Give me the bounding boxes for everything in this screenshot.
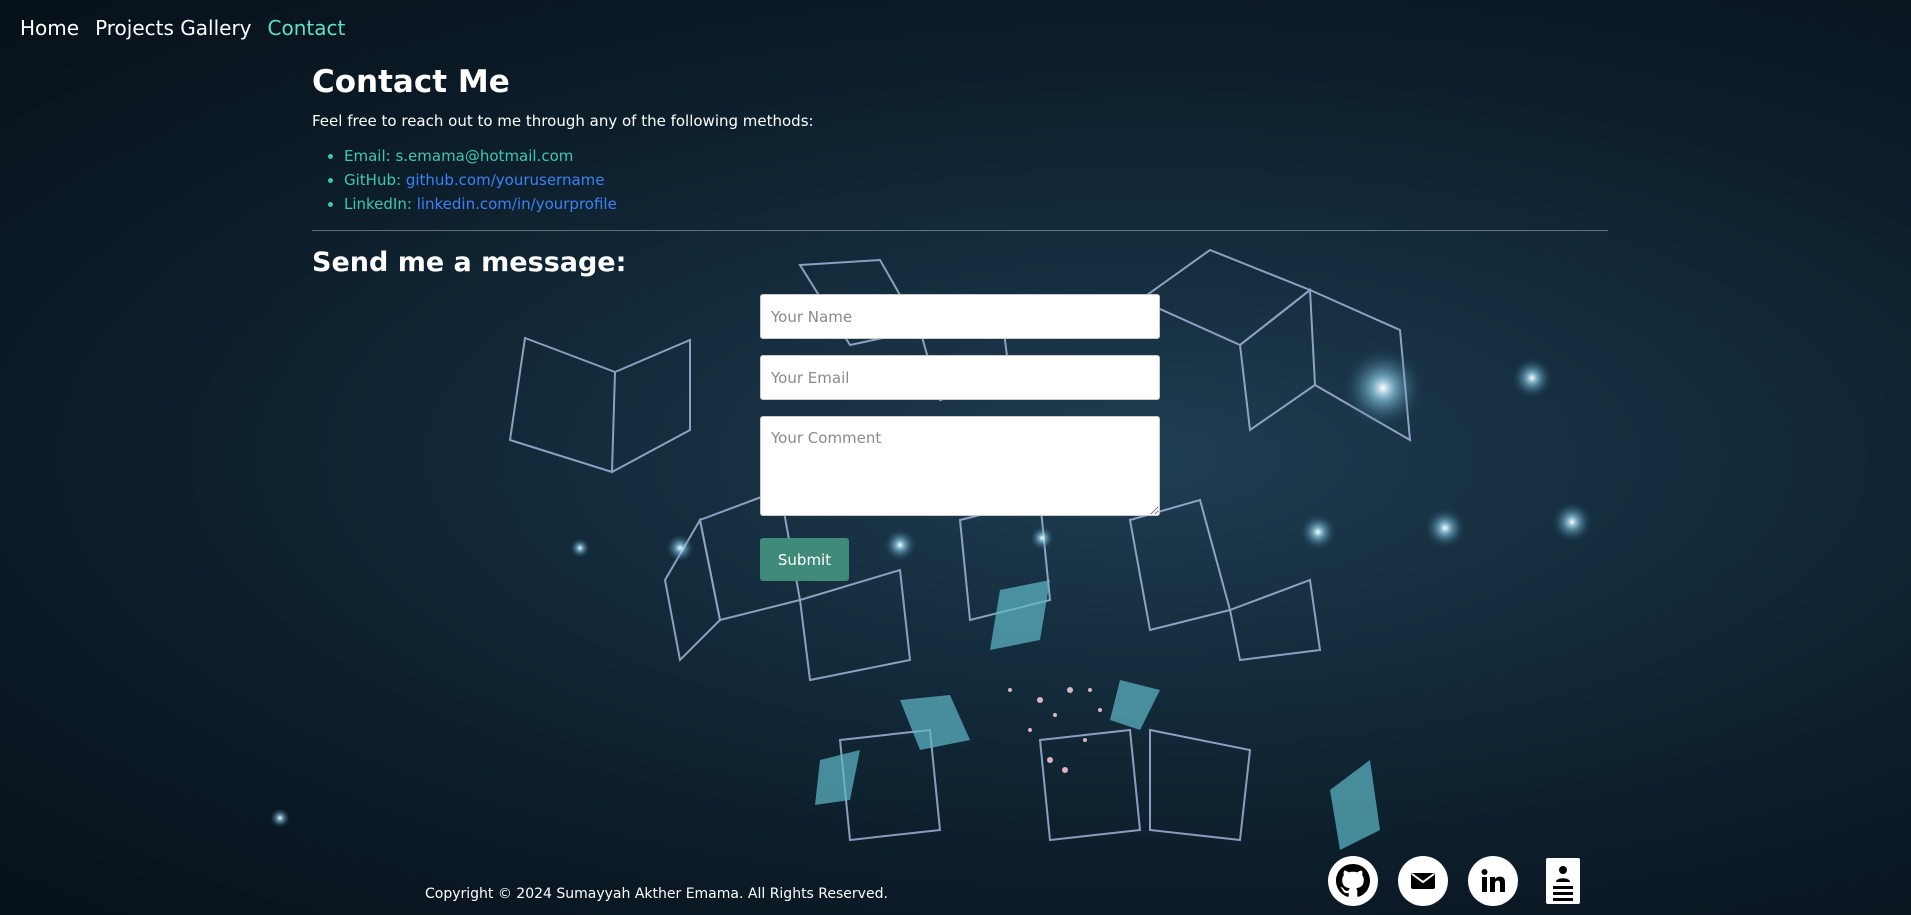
linkedin-label: LinkedIn: — [344, 195, 417, 213]
resume-icon[interactable] — [1538, 856, 1588, 906]
nav-contact-link[interactable]: Contact — [268, 16, 346, 40]
top-nav: Home Projects Gallery Contact — [20, 16, 345, 40]
github-label: GitHub: — [344, 171, 406, 189]
page-title: Contact Me — [312, 64, 510, 100]
section-divider — [312, 230, 1608, 231]
email-value: s.emama@hotmail.com — [395, 147, 574, 165]
email-input[interactable] — [760, 355, 1160, 400]
name-input[interactable] — [760, 294, 1160, 339]
copyright-text: Copyright © 2024 Sumayyah Akther Emama. … — [425, 886, 888, 902]
message-heading: Send me a message: — [312, 247, 627, 278]
nav-projects-gallery-link[interactable]: Projects Gallery — [95, 16, 251, 40]
social-icons — [1328, 856, 1588, 906]
intro-text: Feel free to reach out to me through any… — [312, 112, 814, 130]
github-icon[interactable] — [1328, 856, 1378, 906]
comment-textarea[interactable] — [760, 416, 1160, 516]
mail-icon[interactable] — [1398, 856, 1448, 906]
contact-section: Contact Me Feel free to reach out to me … — [312, 58, 1608, 278]
linkedin-link[interactable]: linkedin.com/in/yourprofile — [417, 195, 617, 213]
email-label: Email: — [344, 147, 396, 165]
github-link[interactable]: github.com/yourusername — [406, 171, 605, 189]
contact-method-email: Email: s.emama@hotmail.com — [344, 144, 1608, 168]
nav-home-link[interactable]: Home — [20, 16, 79, 40]
contact-method-linkedin: LinkedIn: linkedin.com/in/yourprofile — [344, 192, 1608, 216]
submit-button[interactable]: Submit — [760, 538, 849, 581]
contact-methods-list: Email: s.emama@hotmail.com GitHub: githu… — [312, 144, 1608, 216]
contact-method-github: GitHub: github.com/yourusername — [344, 168, 1608, 192]
contact-form: Submit — [760, 294, 1160, 581]
linkedin-icon[interactable] — [1468, 856, 1518, 906]
